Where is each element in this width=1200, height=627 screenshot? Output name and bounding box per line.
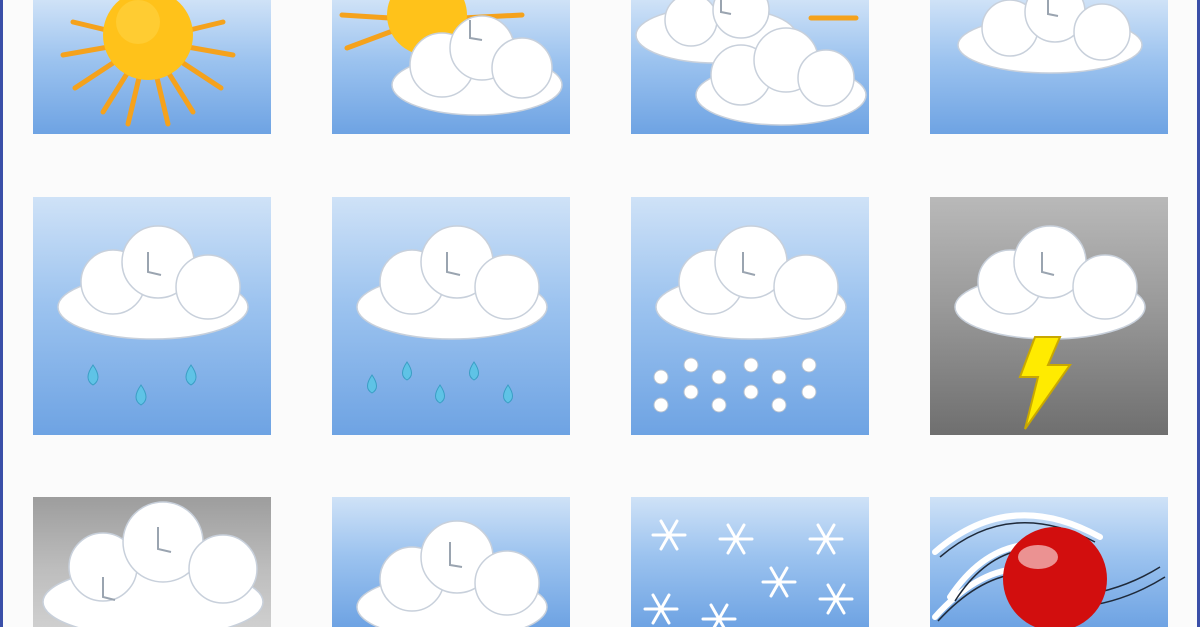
- light-rain-tile: [33, 197, 271, 435]
- snowflakes-icon: [643, 519, 854, 627]
- thunderstorm-icon: [954, 225, 1146, 430]
- mostly-cloudy-tile: [631, 0, 869, 134]
- partly-cloudy-icon: [339, 0, 563, 116]
- sunny-icon: [60, 0, 236, 127]
- cloudy-tile: [930, 0, 1168, 134]
- cloud-icon: [356, 520, 548, 627]
- rain-icon: [356, 225, 548, 404]
- wind-tile: [930, 497, 1168, 627]
- wind-icon: [932, 512, 1166, 627]
- mostly-cloudy-icon: [635, 0, 867, 126]
- thunderstorm-tile: [930, 197, 1168, 435]
- cloudy-icon: [957, 0, 1143, 74]
- light-rain-icon: [57, 225, 249, 406]
- snowflakes-tile: [631, 497, 869, 627]
- cloud-tile: [332, 497, 570, 627]
- overcast-tile: [33, 497, 271, 627]
- partly-cloudy-tile: [332, 0, 570, 134]
- rain-tile: [332, 197, 570, 435]
- hail-tile: [631, 197, 869, 435]
- hail-icon: [653, 225, 847, 413]
- overcast-icon: [42, 501, 264, 627]
- sunny-tile: [33, 0, 271, 134]
